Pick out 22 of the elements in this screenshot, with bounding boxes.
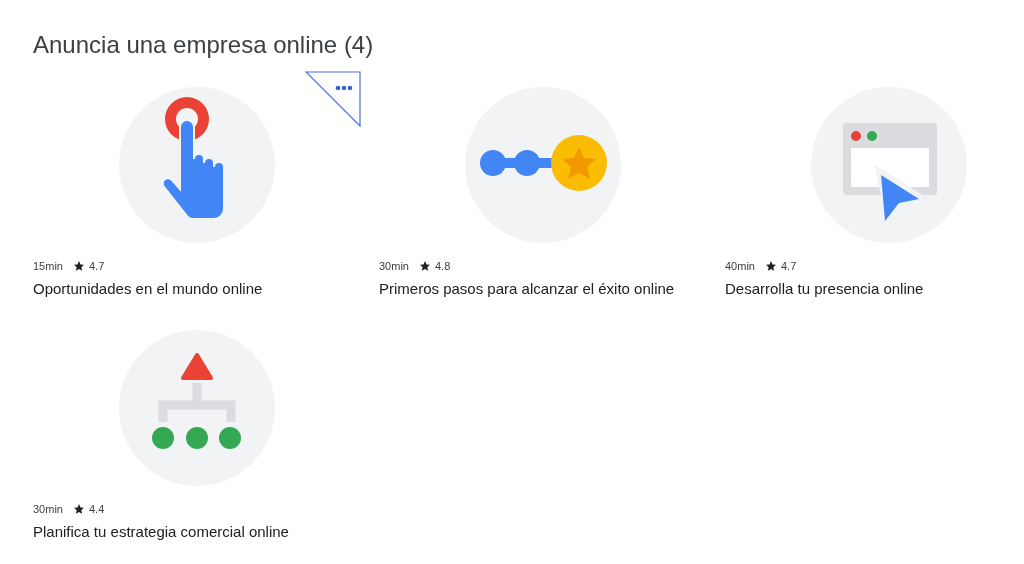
star-icon [764, 260, 777, 272]
rating-value: 4.4 [88, 503, 105, 515]
section-heading: Anuncia una empresa online (4) [33, 30, 375, 60]
rating-value: 4.7 [780, 260, 797, 272]
hierarchy-drawing[interactable] [119, 330, 275, 486]
rating-value: 4.8 [434, 260, 451, 272]
duration-label: 30min [33, 503, 63, 515]
duration-label: 15min [33, 260, 63, 272]
browser-cursor-drawing[interactable] [811, 87, 967, 243]
duration-label: 40min [725, 260, 755, 272]
more-options-icon[interactable] [305, 71, 361, 127]
duration-label: 30min [379, 260, 409, 272]
course-title[interactable]: Planifica tu estrategia comercial online [33, 523, 289, 540]
course-title[interactable]: Desarrolla tu presencia online [725, 280, 924, 297]
star-icon [418, 260, 431, 272]
star-icon [72, 260, 85, 272]
course-title[interactable]: Oportunidades en el mundo online [33, 280, 263, 297]
star-icon [72, 503, 85, 515]
course-title[interactable]: Primeros pasos para alcanzar el éxito online [379, 280, 675, 297]
hand-tap-drawing[interactable] [119, 87, 275, 243]
steps-star-drawing[interactable] [465, 87, 621, 243]
rating-value: 4.7 [88, 260, 105, 272]
